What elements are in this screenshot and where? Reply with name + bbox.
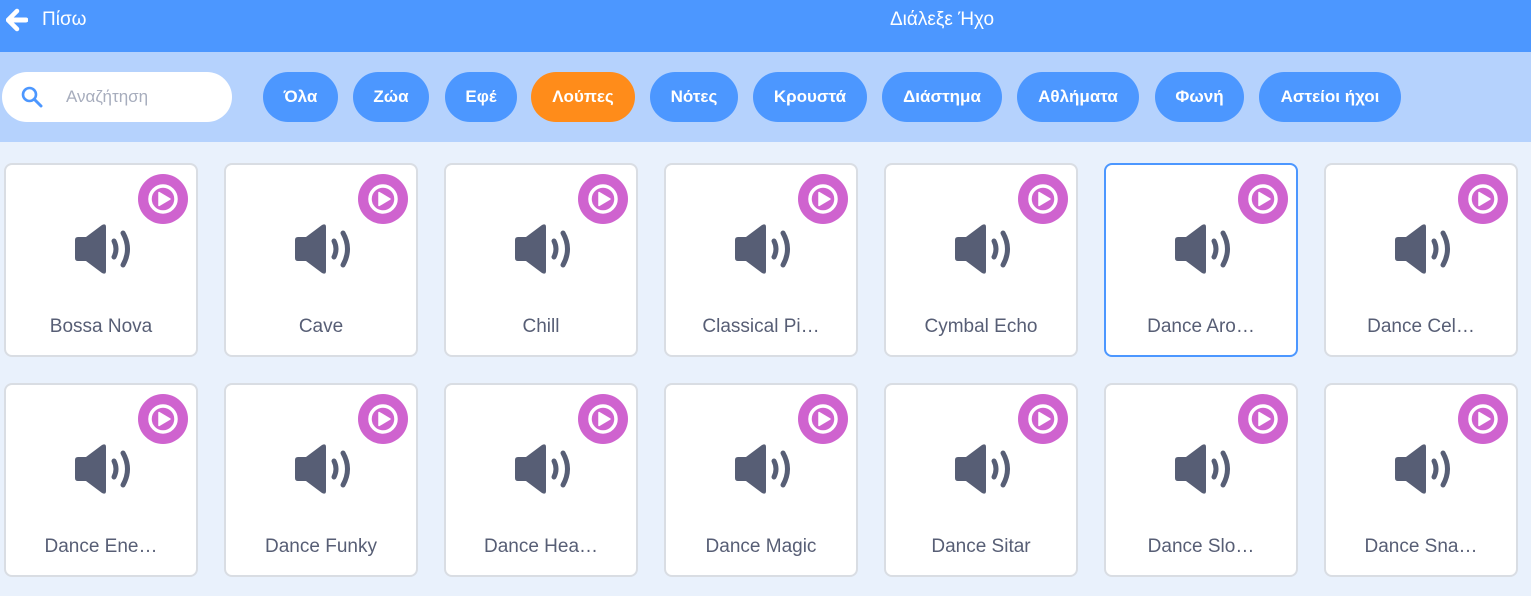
sound-card[interactable]: Dance Sitar <box>884 383 1078 577</box>
play-button[interactable] <box>798 174 848 224</box>
sound-card[interactable]: Dance Magic <box>664 383 858 577</box>
sound-name: Dance Sna… <box>1364 536 1478 557</box>
play-button[interactable] <box>1018 174 1068 224</box>
play-button[interactable] <box>578 174 628 224</box>
sound-card[interactable]: Dance Sna… <box>1324 383 1518 577</box>
play-button[interactable] <box>578 394 628 444</box>
speaker-icon <box>511 444 577 494</box>
speaker-icon <box>1171 444 1237 494</box>
sound-name: Dance Sitar <box>931 536 1031 557</box>
sound-card[interactable]: Dance Slo… <box>1104 383 1298 577</box>
sound-card[interactable]: Dance Cel… <box>1324 163 1518 357</box>
modal-header: Πίσω Διάλεξε Ήχο <box>0 0 1531 52</box>
sound-card[interactable]: Dance Funky <box>224 383 418 577</box>
sound-card[interactable]: Chill <box>444 163 638 357</box>
sound-name: Dance Cel… <box>1367 316 1475 337</box>
speaker-icon <box>1171 224 1237 274</box>
tag-button[interactable]: Φωνή <box>1155 72 1244 122</box>
sound-name: Dance Magic <box>705 536 817 557</box>
search-icon <box>21 86 43 108</box>
play-button[interactable] <box>138 394 188 444</box>
play-button[interactable] <box>138 174 188 224</box>
speaker-icon <box>291 444 357 494</box>
play-button[interactable] <box>1238 174 1288 224</box>
tag-button[interactable]: Αστείοι ήχοι <box>1259 72 1401 122</box>
search-input[interactable] <box>66 85 216 109</box>
sound-name: Chill <box>522 316 560 337</box>
sound-card[interactable]: Cave <box>224 163 418 357</box>
tag-button[interactable]: Αθλήματα <box>1017 72 1139 122</box>
sound-name: Dance Slo… <box>1147 536 1255 557</box>
sound-name: Dance Funky <box>265 536 377 557</box>
play-button[interactable] <box>358 174 408 224</box>
filter-bar: Όλα Ζώα Εφέ Λούπες Νότες Κρουστά Διάστημα Αθλήμ… <box>0 52 1531 142</box>
tag-button[interactable]: Όλα <box>263 72 338 122</box>
play-button[interactable] <box>358 394 408 444</box>
sound-name: Cymbal Echo <box>924 316 1038 337</box>
sound-name: Bossa Nova <box>49 316 153 337</box>
tag-button[interactable]: Κρουστά <box>753 72 867 122</box>
page-title: Διάλεξε Ήχο <box>889 9 995 30</box>
sound-name: Dance Aro… <box>1147 316 1255 337</box>
speaker-icon <box>951 444 1017 494</box>
sound-name: Cave <box>298 316 344 337</box>
speaker-icon <box>1391 224 1457 274</box>
play-button[interactable] <box>1018 394 1068 444</box>
play-button[interactable] <box>1238 394 1288 444</box>
sound-card[interactable]: Dance Aro… <box>1104 163 1298 357</box>
sound-card[interactable]: Cymbal Echo <box>884 163 1078 357</box>
tag-button[interactable]: Ζώα <box>353 72 429 122</box>
sound-card[interactable]: Classical Pi… <box>664 163 858 357</box>
sound-card[interactable]: Dance Hea… <box>444 383 638 577</box>
tag-button[interactable]: Εφέ <box>445 72 517 122</box>
play-button[interactable] <box>798 394 848 444</box>
sound-name: Dance Ene… <box>44 536 158 557</box>
tag-button[interactable]: Νότες <box>650 72 738 122</box>
sound-card[interactable]: Dance Ene… <box>4 383 198 577</box>
tag-button[interactable]: Διάστημα <box>882 72 1002 122</box>
play-button[interactable] <box>1458 394 1508 444</box>
sound-card[interactable]: Bossa Nova <box>4 163 198 357</box>
speaker-icon <box>731 224 797 274</box>
speaker-icon <box>951 224 1017 274</box>
speaker-icon <box>731 444 797 494</box>
speaker-icon <box>71 444 137 494</box>
sound-name: Dance Hea… <box>483 536 599 557</box>
speaker-icon <box>1391 444 1457 494</box>
speaker-icon <box>511 224 577 274</box>
sound-name: Classical Pi… <box>702 316 820 337</box>
play-button[interactable] <box>1458 174 1508 224</box>
search-box[interactable] <box>2 72 232 122</box>
speaker-icon <box>71 224 137 274</box>
tag-button[interactable]: Λούπες <box>531 72 635 122</box>
speaker-icon <box>291 224 357 274</box>
